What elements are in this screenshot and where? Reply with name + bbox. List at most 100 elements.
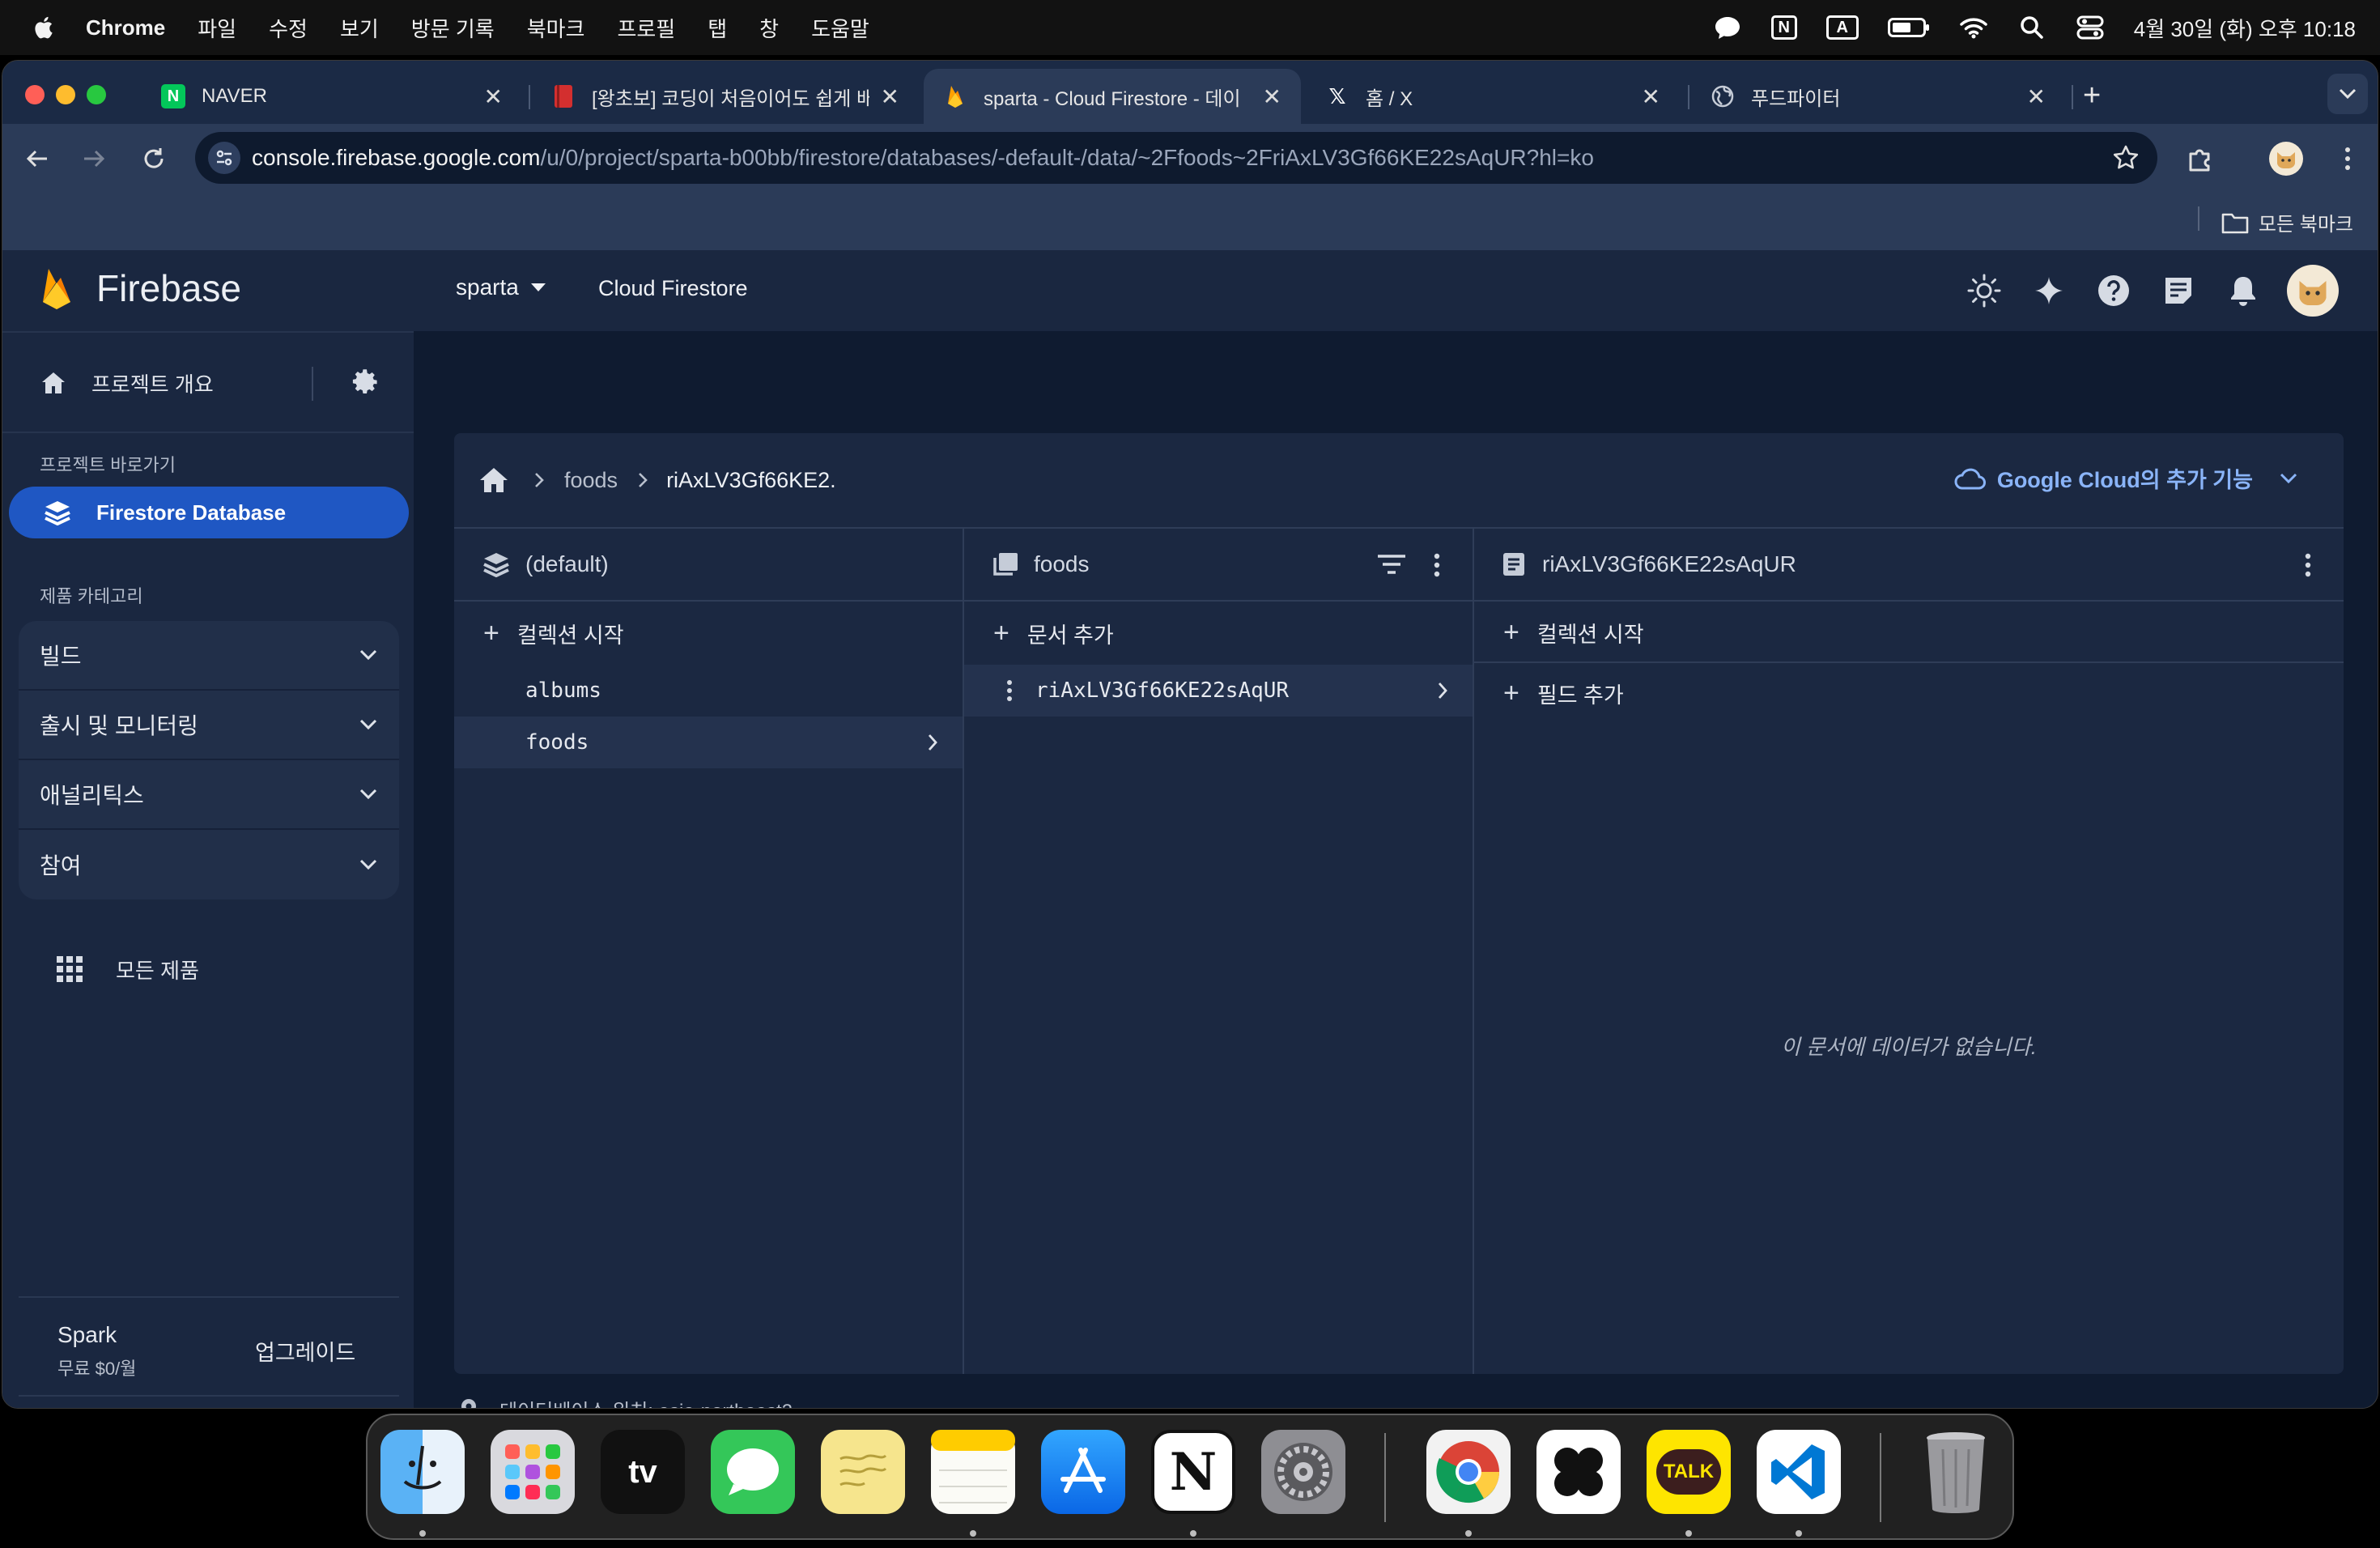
google-cloud-features-button[interactable]: Google Cloud의 추가 기능 xyxy=(1953,462,2298,494)
active-app-name[interactable]: Chrome xyxy=(86,15,165,40)
close-icon[interactable]: ✕ xyxy=(1642,83,1660,110)
battery-icon[interactable] xyxy=(1887,13,1930,42)
project-overview-link[interactable]: 프로젝트 개요 xyxy=(40,359,380,407)
add-document-button[interactable]: + 문서 추가 xyxy=(964,603,1473,663)
dock-app-notion[interactable]: N xyxy=(1151,1430,1235,1514)
sidebar-item-firestore[interactable]: Firestore Database xyxy=(9,487,409,538)
spotlight-search-icon[interactable] xyxy=(2017,13,2046,42)
filter-icon[interactable] xyxy=(1377,553,1406,576)
collection-item[interactable]: albums xyxy=(454,665,963,717)
new-tab-button[interactable]: + xyxy=(2083,79,2101,113)
more-vertical-icon[interactable] xyxy=(1006,679,1013,702)
dock-app-figma[interactable] xyxy=(1536,1430,1621,1514)
control-center-icon[interactable] xyxy=(2076,13,2105,42)
notifications-button[interactable] xyxy=(2224,271,2263,310)
menu-edit[interactable]: 수정 xyxy=(269,13,308,43)
reload-button[interactable] xyxy=(135,140,172,177)
current-product[interactable]: Cloud Firestore xyxy=(598,276,748,301)
notion-status-icon[interactable]: N xyxy=(1770,15,1797,40)
input-source-icon[interactable]: A xyxy=(1825,15,1859,40)
forward-button[interactable] xyxy=(75,140,113,177)
sidebar-group-release[interactable]: 출시 및 모니터링 xyxy=(19,691,399,760)
x-favicon-icon: 𝕏 xyxy=(1328,83,1346,108)
dock-app-vscode[interactable] xyxy=(1757,1430,1841,1514)
extensions-button[interactable] xyxy=(2182,140,2219,177)
apple-logo-icon[interactable] xyxy=(31,14,58,41)
tab-firestore-active[interactable]: sparta - Cloud Firestore - 데이 ✕ xyxy=(924,69,1301,124)
dock-app-app-store[interactable] xyxy=(1041,1430,1125,1514)
dock-app-launchpad[interactable] xyxy=(491,1430,575,1514)
tab-search-button[interactable] xyxy=(2327,74,2368,114)
home-icon[interactable] xyxy=(478,466,509,494)
wifi-icon[interactable] xyxy=(1959,13,1988,42)
dock-app-system-settings[interactable] xyxy=(1261,1430,1345,1514)
breadcrumb-collection[interactable]: foods xyxy=(564,468,618,493)
menu-history[interactable]: 방문 기록 xyxy=(411,13,495,43)
all-bookmarks-button[interactable]: 모든 북마크 xyxy=(2221,208,2353,236)
menu-tab[interactable]: 탭 xyxy=(708,13,727,43)
dock-app-finder[interactable] xyxy=(380,1430,465,1514)
chat-bubble-icon[interactable] xyxy=(1713,13,1742,42)
vscode-icon xyxy=(1771,1444,1825,1499)
add-field-button[interactable]: + 필드 추가 xyxy=(1474,663,2344,723)
menu-profiles[interactable]: 프로필 xyxy=(617,13,675,43)
gear-icon[interactable] xyxy=(351,367,383,399)
firebase-console: Firebase 프로젝트 개요 프로젝트 바로가기 Firestore Dat… xyxy=(2,250,2378,1408)
sidebar-group-engage[interactable]: 참여 xyxy=(19,830,399,899)
project-selector[interactable]: sparta xyxy=(456,274,546,300)
dock-app-messages[interactable] xyxy=(711,1430,795,1514)
menu-help[interactable]: 도움말 xyxy=(811,13,869,43)
address-bar[interactable]: console.firebase.google.com /u/0/project… xyxy=(195,132,2157,184)
close-icon[interactable]: ✕ xyxy=(2027,83,2046,110)
close-icon[interactable]: ✕ xyxy=(881,83,899,110)
dock-app-kakaotalk[interactable]: TALK xyxy=(1647,1430,1731,1514)
collection-item-selected[interactable]: foods xyxy=(454,717,963,768)
tab-food-fighter[interactable]: 푸드파이터 ✕ xyxy=(1691,69,2065,124)
chrome-menu-button[interactable] xyxy=(2329,140,2366,177)
all-products-link[interactable]: 모든 제품 xyxy=(56,945,199,993)
menu-window[interactable]: 창 xyxy=(759,13,779,43)
menu-bookmarks[interactable]: 북마크 xyxy=(527,13,585,43)
document-item-selected[interactable]: riAxLV3Gf66KE22sAqUR xyxy=(964,665,1473,717)
database-stack-icon xyxy=(483,553,509,577)
dock-app-apple-tv[interactable]: tv xyxy=(601,1430,685,1514)
close-icon[interactable]: ✕ xyxy=(1263,83,1281,110)
account-avatar[interactable] xyxy=(2287,265,2339,317)
plus-icon: + xyxy=(1503,677,1519,708)
sidebar: Firebase 프로젝트 개요 프로젝트 바로가기 Firestore Dat… xyxy=(2,250,414,1408)
zoom-window-button[interactable] xyxy=(87,85,106,104)
upgrade-button[interactable]: 업그레이드 xyxy=(255,1335,355,1367)
release-notes-button[interactable] xyxy=(2159,271,2198,310)
minimize-window-button[interactable] xyxy=(56,85,75,104)
breadcrumb-document[interactable]: riAxLV3Gf66KE2. xyxy=(666,468,836,493)
plus-icon: + xyxy=(1503,616,1519,648)
menu-file[interactable]: 파일 xyxy=(198,13,236,43)
more-vertical-icon[interactable] xyxy=(2305,553,2311,577)
close-window-button[interactable] xyxy=(25,85,45,104)
tab-x-home[interactable]: 𝕏 홈 / X ✕ xyxy=(1306,69,1680,124)
dock-app-trash[interactable] xyxy=(1914,1430,1998,1514)
back-button[interactable] xyxy=(19,140,56,177)
dock-app-stickies[interactable] xyxy=(821,1430,905,1514)
dock-app-notes[interactable] xyxy=(931,1430,1015,1514)
help-button[interactable] xyxy=(2094,271,2133,310)
bookmarks-divider xyxy=(2198,206,2199,231)
reload-icon xyxy=(144,148,164,168)
dock-app-chrome[interactable] xyxy=(1426,1430,1511,1514)
menu-view[interactable]: 보기 xyxy=(340,13,379,43)
site-info-icon[interactable] xyxy=(208,142,240,174)
profile-avatar[interactable] xyxy=(2269,142,2303,176)
close-icon[interactable]: ✕ xyxy=(484,83,503,110)
bookmark-star-icon[interactable] xyxy=(2112,144,2140,172)
start-collection-button[interactable]: + 컬렉션 시작 xyxy=(454,603,963,663)
tab-coding-course[interactable]: [왕초보] 코딩이 처음이어도 쉽게 배 ✕ xyxy=(532,69,919,124)
tab-naver[interactable]: N NAVER ✕ xyxy=(142,69,522,124)
sidebar-group-analytics[interactable]: 애널리틱스 xyxy=(19,760,399,830)
gemini-button[interactable] xyxy=(2029,271,2068,310)
more-vertical-icon[interactable] xyxy=(1434,553,1440,577)
start-subcollection-button[interactable]: + 컬렉션 시작 xyxy=(1474,603,2344,663)
sidebar-group-build[interactable]: 빌드 xyxy=(19,621,399,691)
menubar-clock[interactable]: 4월 30일 (화) 오후 10:18 xyxy=(2134,13,2356,43)
theme-toggle-button[interactable] xyxy=(1965,271,2004,310)
firebase-brand[interactable]: Firebase xyxy=(40,266,241,310)
